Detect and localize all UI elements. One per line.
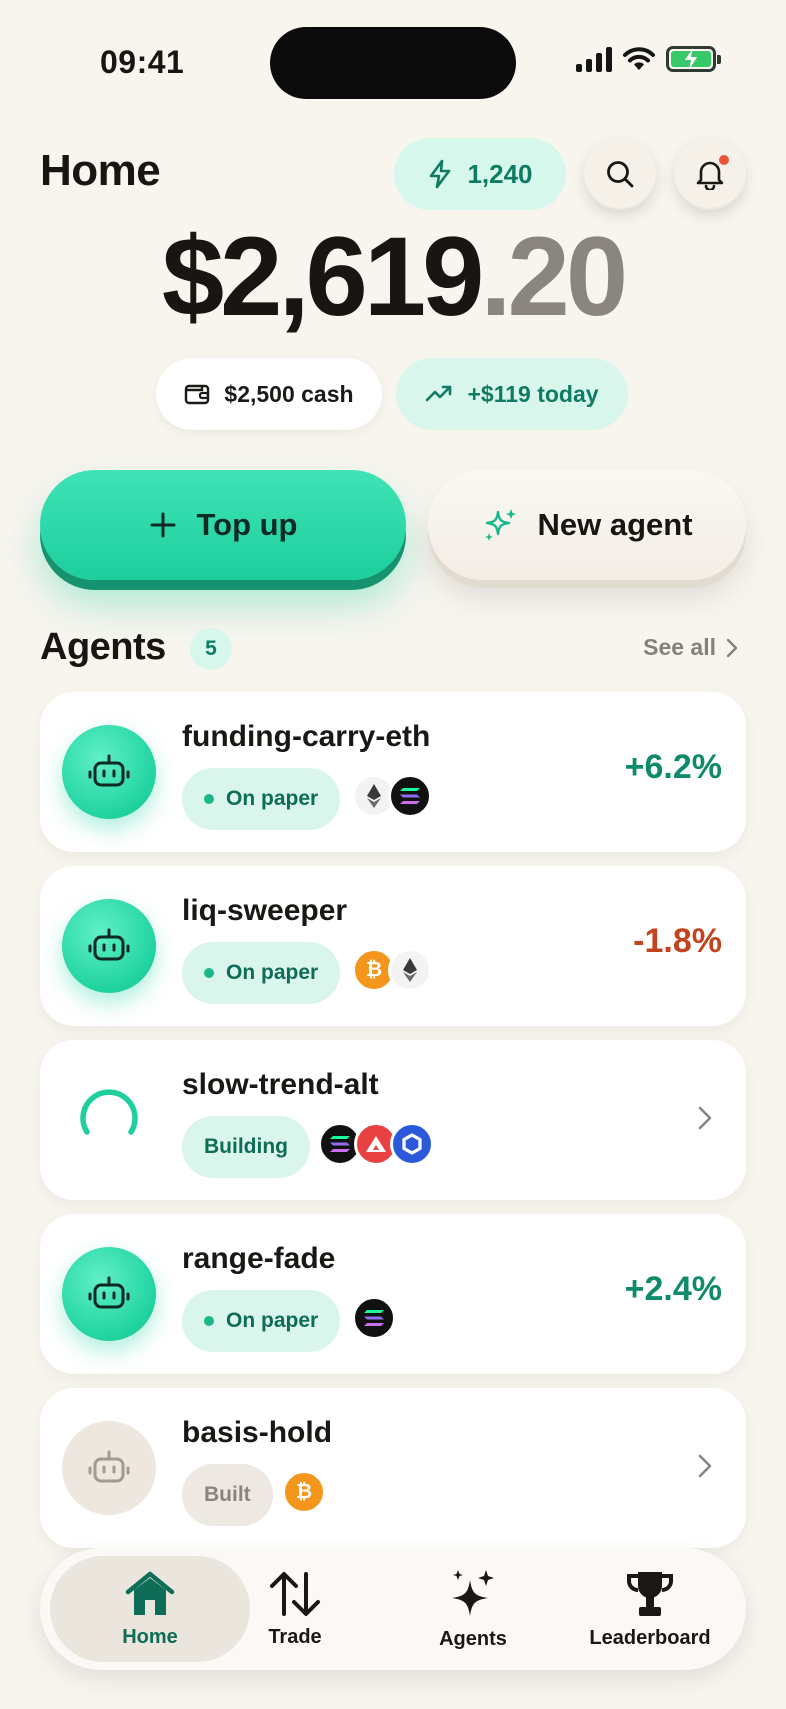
battery-icon — [666, 46, 721, 72]
new-agent-label: New agent — [537, 507, 693, 542]
nav-leaderboard[interactable]: Leaderboard — [560, 1556, 740, 1662]
status-chip: On paper — [182, 1290, 341, 1352]
agent-avatar — [62, 725, 156, 819]
status-chip: Built — [182, 1464, 273, 1526]
status-label: On paper — [226, 787, 319, 810]
top-up-label: Top up — [196, 507, 298, 542]
coin-stack: ₿ — [352, 948, 432, 992]
loading-spinner-icon — [80, 1089, 138, 1135]
see-all-link[interactable]: See all — [643, 634, 738, 661]
nav-agents-label: Agents — [439, 1627, 507, 1650]
agent-change: +6.2% — [624, 748, 722, 786]
agent-card[interactable]: slow-trend-alt Building — [40, 1040, 746, 1200]
bottom-nav: Home Trade Agents Leaderboard — [40, 1548, 746, 1670]
plus-icon — [150, 512, 175, 538]
chevron-right-icon — [726, 638, 738, 657]
agent-change: +2.4% — [624, 1270, 722, 1308]
coin-stack — [318, 1122, 434, 1166]
trophy-icon — [627, 1571, 673, 1616]
status-dot — [204, 794, 214, 804]
cash-label: $2,500 cash — [224, 380, 354, 407]
lightning-icon — [430, 159, 451, 189]
notification-dot — [719, 155, 729, 165]
search-button[interactable] — [584, 138, 656, 210]
see-all-label: See all — [643, 634, 716, 660]
chevron-right-icon — [698, 1106, 712, 1130]
points-badge[interactable]: 1,240 — [394, 138, 566, 210]
status-dot — [204, 968, 214, 978]
wallet-icon — [185, 384, 210, 405]
status-chip: On paper — [182, 768, 341, 830]
nav-trade[interactable]: Trade — [220, 1556, 370, 1662]
page-title: Home — [40, 146, 161, 195]
chevron-right-icon — [698, 1454, 712, 1478]
agent-name: funding-carry-eth — [182, 720, 431, 753]
sol-icon — [352, 1296, 396, 1340]
today-change-pill[interactable]: +$119 today — [396, 358, 628, 430]
nav-home-label: Home — [122, 1625, 178, 1648]
status-chip: Building — [182, 1116, 310, 1178]
agent-avatar — [62, 1421, 156, 1515]
status-label: On paper — [226, 1309, 319, 1332]
home-icon — [125, 1571, 175, 1615]
sol-icon — [388, 774, 432, 818]
robot-icon — [88, 1276, 130, 1309]
today-label: +$119 today — [467, 380, 599, 407]
status-label: Built — [204, 1483, 251, 1506]
wifi-icon — [623, 47, 655, 70]
agents-count-badge: 5 — [190, 628, 232, 670]
notifications-button[interactable] — [674, 138, 746, 210]
chainlink-icon — [390, 1122, 434, 1166]
new-agent-button[interactable]: New agent — [428, 470, 746, 580]
dynamic-island — [270, 27, 516, 99]
points-value: 1,240 — [467, 158, 533, 189]
agent-avatar — [62, 1073, 156, 1167]
status-label: On paper — [226, 961, 319, 984]
nav-agents[interactable]: Agents — [398, 1556, 548, 1662]
sparkles-icon — [485, 509, 517, 541]
trending-up-icon — [426, 385, 452, 402]
cash-pill[interactable]: $2,500 cash — [156, 358, 382, 430]
eth-icon — [388, 948, 432, 992]
coin-stack: ₿ — [282, 1470, 326, 1514]
agent-card[interactable]: liq-sweeper On paper ₿ -1.8% — [40, 866, 746, 1026]
status-label: Building — [204, 1135, 288, 1158]
robot-icon — [88, 928, 130, 961]
status-icons — [576, 46, 721, 72]
nav-leaderboard-label: Leaderboard — [589, 1626, 711, 1649]
btc-icon: ₿ — [282, 1470, 326, 1514]
coin-stack — [352, 1296, 396, 1340]
status-dot — [204, 1316, 214, 1326]
agent-card[interactable]: funding-carry-eth On paper +6.2% — [40, 692, 746, 852]
agent-avatar — [62, 1247, 156, 1341]
total-balance: $2,619.20 — [0, 212, 786, 342]
coin-stack — [352, 774, 432, 818]
balance-whole: $2,619 — [161, 214, 485, 339]
agent-change: -1.8% — [633, 922, 722, 960]
status-chip: On paper — [182, 942, 341, 1004]
agent-name: slow-trend-alt — [182, 1068, 379, 1101]
agents-section-title: Agents — [40, 626, 166, 668]
nav-trade-label: Trade — [268, 1625, 322, 1648]
agent-card[interactable]: basis-hold Built ₿ — [40, 1388, 746, 1548]
agent-name: basis-hold — [182, 1416, 333, 1449]
status-time: 09:41 — [100, 44, 185, 80]
sparkles-icon — [452, 1569, 494, 1616]
search-icon — [607, 161, 634, 188]
top-up-button[interactable]: Top up — [40, 470, 406, 580]
agent-card[interactable]: range-fade On paper +2.4% — [40, 1214, 746, 1374]
robot-icon — [88, 754, 130, 787]
robot-icon — [88, 1450, 130, 1483]
agent-name: range-fade — [182, 1242, 336, 1275]
balance-cents: .20 — [480, 214, 628, 339]
agent-name: liq-sweeper — [182, 894, 348, 927]
agent-avatar — [62, 899, 156, 993]
trade-arrows-icon — [270, 1571, 320, 1616]
signal-icon — [576, 46, 612, 72]
